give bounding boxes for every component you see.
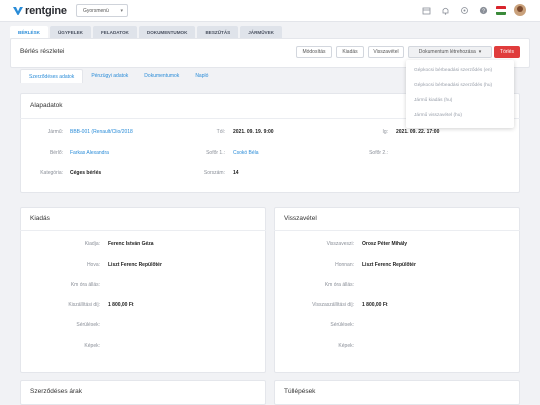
- return-fee-value: 1 800,00 Ft: [362, 302, 388, 308]
- tab-rentals[interactable]: Bérlésk: [10, 26, 48, 38]
- serial-label: Sorszám:: [203, 170, 225, 176]
- handover-title: Kiadás: [30, 215, 50, 222]
- tab-tasks[interactable]: Feladatok: [92, 26, 137, 38]
- create-document-label: Dokumentum létrehozása: [418, 49, 476, 55]
- chevron-down-icon: ▾: [120, 8, 123, 14]
- handover-place-value: Liszt Ferenc Repülőtér: [108, 262, 162, 268]
- handover-images-label: Képek:: [84, 343, 100, 349]
- create-document-button[interactable]: Dokumentum létrehozása ▾: [408, 46, 492, 58]
- tab-customers[interactable]: Ügyfelek: [49, 26, 91, 38]
- tab-vehicles[interactable]: Járművek: [240, 26, 282, 38]
- vehicle-label: Jármű:: [47, 129, 63, 135]
- handover-place-label: Hova:: [86, 262, 100, 268]
- handover-km-label: Km óra állás:: [70, 282, 100, 288]
- divider: [274, 230, 520, 231]
- from-value: 2021. 09. 19. 9:00: [233, 129, 274, 135]
- driver1-label: Sofőr 1.:: [206, 150, 225, 156]
- return-by-label: Visszaveszi:: [326, 241, 354, 247]
- top-bar: rentgine Gyorsmenü ▾ ?: [0, 0, 540, 22]
- return-damage-label: Sérülések:: [330, 322, 354, 328]
- logo-mark-icon: [13, 6, 23, 16]
- driver1-link[interactable]: Csokó Béla: [233, 150, 259, 156]
- handover-damage-label: Sérülések:: [76, 322, 100, 328]
- edit-button[interactable]: Módosítás: [296, 46, 332, 58]
- quick-menu-dropdown[interactable]: Gyorsmenü ▾: [76, 4, 128, 17]
- from-label: Tól:: [216, 129, 225, 135]
- logo-text: rentgine: [25, 5, 67, 17]
- dropdown-item-return-hu[interactable]: Jármű visszavétel (hu): [414, 113, 462, 118]
- help-icon[interactable]: ?: [479, 6, 488, 15]
- return-place-label: Honnan:: [335, 262, 354, 268]
- chevron-down-icon: ▾: [478, 49, 482, 55]
- to-label: Ig:: [382, 129, 388, 135]
- divider: [20, 230, 266, 231]
- main-nav: Bérlésk Ügyfelek Feladatok Dokumentumok …: [10, 26, 284, 38]
- basic-data-title: Alapadatok: [30, 102, 63, 109]
- return-fee-label: Visszaszállítási díj:: [312, 302, 354, 308]
- avatar[interactable]: [514, 4, 526, 16]
- renter-label: Bérlő:: [49, 150, 63, 156]
- subtab-documents[interactable]: Dokumentumok: [136, 69, 187, 83]
- handover-fee-value: 1 800,00 Ft: [108, 302, 134, 308]
- renter-link[interactable]: Farkas Alexandra: [70, 150, 109, 156]
- subtab-contract-data[interactable]: Szerződéses adatok: [20, 69, 84, 83]
- flag-stripe-green: [496, 12, 506, 15]
- subtab-log[interactable]: Napló: [187, 69, 216, 83]
- tab-settings[interactable]: Beszűtás: [197, 26, 239, 38]
- detail-subtabs: Szerződéses adatok Pénzügyi adatok Dokum…: [20, 69, 216, 83]
- delete-button[interactable]: Törlés: [494, 46, 520, 58]
- vehicle-link[interactable]: BBB-001 (Renault/Clio/2018: [70, 129, 133, 135]
- overruns-title: Túllépések: [284, 388, 316, 395]
- category-label: Kategória:: [40, 170, 63, 176]
- document-dropdown-menu: Gépkocsi bérbeadási szerződés (en) Gépko…: [406, 60, 514, 128]
- tab-documents[interactable]: Dokumentumok: [138, 26, 196, 38]
- page-title: Bérlés részletei: [20, 48, 65, 55]
- handover-by-value: Ferenc István Géza: [108, 241, 154, 247]
- return-button[interactable]: Visszavétel: [368, 46, 404, 58]
- category-value: Céges bérlés: [70, 170, 102, 176]
- handover-by-label: Kiadja:: [84, 241, 100, 247]
- serial-value: 14: [233, 170, 239, 176]
- return-title: Visszavétel: [284, 215, 317, 222]
- to-value: 2021. 09. 22. 17:00: [396, 129, 440, 135]
- dropdown-item-contract-en[interactable]: Gépkocsi bérbeadási szerződés (en): [414, 68, 492, 73]
- driver2-label: Sofőr 2.:: [369, 150, 388, 156]
- return-km-label: Km óra állás:: [324, 282, 354, 288]
- return-images-label: Képek:: [338, 343, 354, 349]
- handover-fee-label: Kiszállítási díj:: [68, 302, 100, 308]
- bell-icon[interactable]: [441, 6, 450, 15]
- contract-prices-title: Szerződéses árak: [30, 388, 83, 395]
- gear-icon[interactable]: [460, 6, 469, 15]
- return-place-value: Liszt Ferenc Repülőtér: [362, 262, 416, 268]
- subtab-financial-data[interactable]: Pénzügyi adatok: [83, 69, 136, 83]
- calendar-icon[interactable]: [422, 6, 431, 15]
- dropdown-item-contract-hu[interactable]: Gépkocsi bérbeadási szerződés (hu): [414, 83, 492, 88]
- logo[interactable]: rentgine: [13, 4, 67, 18]
- quick-menu-label: Gyorsmenü: [83, 7, 109, 14]
- return-by-value: Orosz Péter Mihály: [362, 241, 408, 247]
- dropdown-item-handover-hu[interactable]: Jármű kiadás (hu): [414, 98, 452, 103]
- svg-text:?: ?: [482, 8, 485, 14]
- flag-hu-icon[interactable]: [496, 6, 506, 15]
- handover-button[interactable]: Kiadás: [336, 46, 364, 58]
